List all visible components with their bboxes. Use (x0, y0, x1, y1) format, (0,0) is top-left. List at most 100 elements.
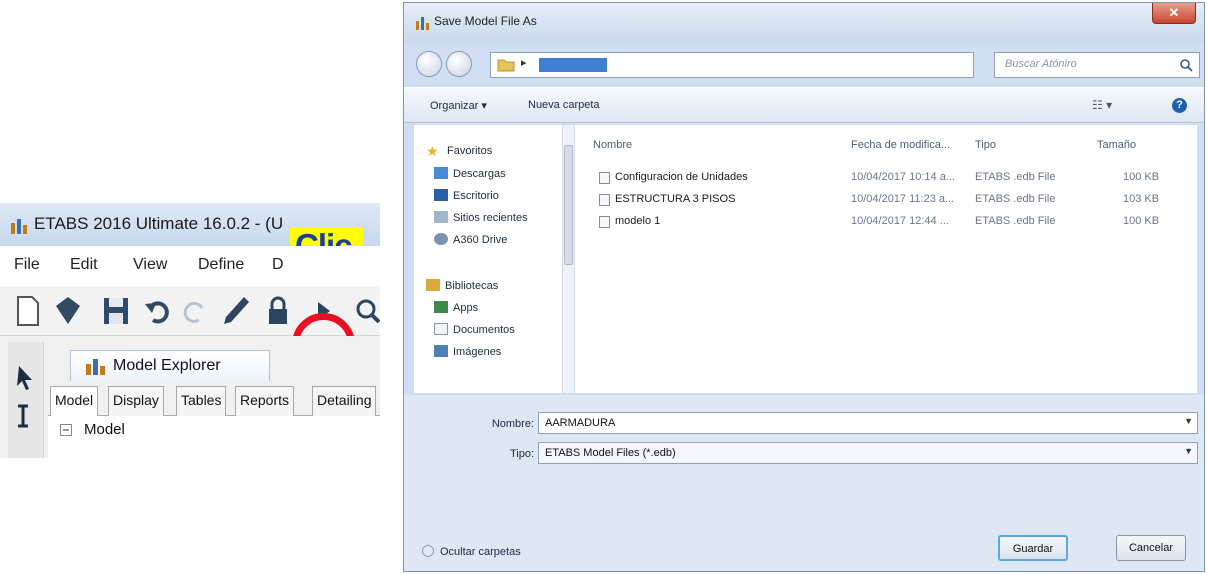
filetype-label: Tipo: (509, 448, 534, 460)
col-size[interactable]: Tamaño (1097, 139, 1136, 151)
address-bar[interactable]: ▸ ▼ ⟲ (490, 52, 1068, 78)
nav-imagenes-label: Imágenes (453, 346, 502, 358)
etabs-side-toolbar (8, 342, 44, 458)
etabs-app-icon (416, 17, 429, 30)
navigation-pane: ★ Favoritos Descargas Escritorio Sitios r… (414, 125, 572, 393)
edb-file-icon (599, 216, 610, 228)
menu-define[interactable]: Define (198, 256, 244, 274)
save-button[interactable]: Guardar (998, 535, 1068, 561)
nav-a360-drive[interactable]: A360 Drive (434, 233, 507, 251)
lock-icon[interactable] (262, 294, 294, 328)
star-icon: ★ (426, 143, 439, 159)
documents-icon (434, 323, 448, 335)
search-icon[interactable] (1179, 58, 1193, 72)
etabs-logo-icon (11, 219, 27, 234)
desktop-icon (434, 189, 448, 201)
hide-folders-label: Ocultar carpetas (440, 546, 521, 558)
col-name[interactable]: Nombre (593, 139, 632, 151)
open-model-icon[interactable] (52, 294, 84, 328)
file-row[interactable]: ESTRUCTURA 3 PISOS 10/04/2017 11:23 a...… (575, 191, 1197, 209)
filetype-select[interactable]: ETABS Model Files (*.edb) ▼ (538, 442, 1198, 464)
save-model-icon[interactable] (100, 294, 132, 328)
menu-file[interactable]: File (14, 256, 40, 274)
model-explorer-title: Model Explorer (113, 357, 221, 374)
col-type[interactable]: Tipo (975, 139, 996, 151)
etabs-body: Model Explorer Model Display Tables Repo… (0, 336, 380, 458)
file-size: 103 KB (1123, 193, 1160, 205)
close-button[interactable]: ✕ (1152, 3, 1196, 24)
pictures-icon (434, 345, 448, 357)
chevron-up-icon (422, 545, 434, 557)
file-type: ETABS .edb File (975, 215, 1056, 227)
new-folder-button[interactable]: Nueva carpeta (528, 99, 600, 111)
filetype-dropdown-icon[interactable]: ▼ (1184, 446, 1193, 456)
file-type: ETABS .edb File (975, 193, 1056, 205)
save-form: Nombre: AARMADURA ▼ Tipo: ETABS Model Fi… (404, 395, 1204, 571)
tab-detailing[interactable]: Detailing (312, 386, 377, 416)
file-row[interactable]: Configuracion de Unidades 10/04/2017 10:… (575, 169, 1197, 187)
filetype-value: ETABS Model Files (*.edb) (545, 447, 676, 459)
file-size: 100 KB (1123, 171, 1160, 183)
dialog-title-bar: Save Model File As ✕ (404, 3, 1204, 43)
nav-imagenes[interactable]: Imágenes (434, 345, 501, 363)
file-row[interactable]: modelo 1 10/04/2017 12:44 ... ETABS .edb… (575, 213, 1197, 231)
breadcrumb-chevron-icon: ▸ (521, 57, 527, 69)
menu-draw[interactable]: D (272, 256, 284, 274)
libraries-icon (426, 279, 440, 291)
search-box[interactable]: Buscar Atóniro (994, 52, 1200, 78)
organize-button[interactable]: Organizar ▾ (430, 99, 487, 112)
zoom-icon[interactable] (352, 294, 380, 328)
tab-reports[interactable]: Reports (235, 386, 295, 416)
nav-documentos[interactable]: Documentos (434, 323, 515, 341)
help-icon[interactable]: ? (1172, 98, 1187, 113)
tab-model[interactable]: Model (50, 386, 99, 416)
col-date[interactable]: Fecha de modifica... (851, 139, 950, 151)
nav-descargas[interactable]: Descargas (434, 167, 506, 185)
draw-pencil-icon[interactable] (220, 294, 252, 328)
nav-scrollbar[interactable] (562, 125, 574, 393)
file-name: ESTRUCTURA 3 PISOS (615, 193, 736, 205)
nav-escritorio[interactable]: Escritorio (434, 189, 499, 207)
file-name: Configuracion de Unidades (615, 171, 748, 183)
hide-folders-toggle[interactable]: Ocultar carpetas (422, 545, 521, 558)
etabs-window-crop: ETABS 2016 Ultimate 16.0.2 - (U Clic Fil… (0, 203, 380, 458)
collapse-icon[interactable] (60, 424, 72, 436)
breadcrumb-selected-folder[interactable] (539, 58, 607, 72)
command-bar: Organizar ▾ Nueva carpeta ☷ ▾ ? (404, 87, 1204, 123)
address-row: ▸ ▼ ⟲ Buscar Atóniro (404, 43, 1204, 87)
model-explorer-header: Model Explorer (70, 350, 270, 381)
forward-button[interactable] (446, 51, 472, 77)
file-list: Nombre Fecha de modifica... Tipo Tamaño … (575, 125, 1197, 393)
tab-tables[interactable]: Tables (176, 386, 227, 416)
undo-icon[interactable] (142, 294, 174, 328)
explorer-tab-strip: Model Display Tables Reports Detailing (48, 381, 380, 416)
menu-edit[interactable]: Edit (70, 256, 98, 274)
apps-icon (434, 301, 448, 313)
nav-sitios-recientes-label: Sitios recientes (453, 212, 528, 224)
nav-a360-drive-label: A360 Drive (453, 234, 508, 246)
menu-view[interactable]: View (133, 256, 167, 274)
cancel-button[interactable]: Cancelar (1116, 535, 1186, 561)
save-model-dialog: Save Model File As ✕ ▸ ▼ ⟲ Buscar Atónir… (403, 2, 1205, 572)
view-options-icon[interactable]: ☷ ▾ (1092, 98, 1112, 112)
filename-input[interactable]: AARMADURA ▼ (538, 412, 1198, 434)
tab-display[interactable]: Display (108, 386, 164, 416)
reshape-icon[interactable] (14, 402, 36, 430)
nav-favorites[interactable]: ★ Favoritos (426, 143, 492, 161)
redo-icon[interactable] (178, 294, 210, 328)
nav-sitios-recientes[interactable]: Sitios recientes (434, 211, 528, 229)
nav-documentos-label: Documentos (453, 324, 515, 336)
edb-file-icon (599, 194, 610, 206)
file-date: 10/04/2017 10:14 a... (851, 171, 955, 183)
pointer-icon[interactable] (14, 364, 36, 392)
nav-bibliotecas-label: Bibliotecas (445, 280, 499, 292)
file-date: 10/04/2017 11:23 a... (851, 193, 955, 205)
nav-bibliotecas[interactable]: Bibliotecas (426, 279, 498, 297)
nav-apps[interactable]: Apps (434, 301, 478, 319)
tree-root-model[interactable]: Model (84, 421, 125, 438)
back-button[interactable] (416, 51, 442, 77)
new-model-icon[interactable] (12, 294, 44, 328)
nav-scroll-thumb[interactable] (564, 145, 573, 265)
nav-apps-label: Apps (453, 302, 479, 314)
filename-dropdown-icon[interactable]: ▼ (1184, 416, 1193, 426)
